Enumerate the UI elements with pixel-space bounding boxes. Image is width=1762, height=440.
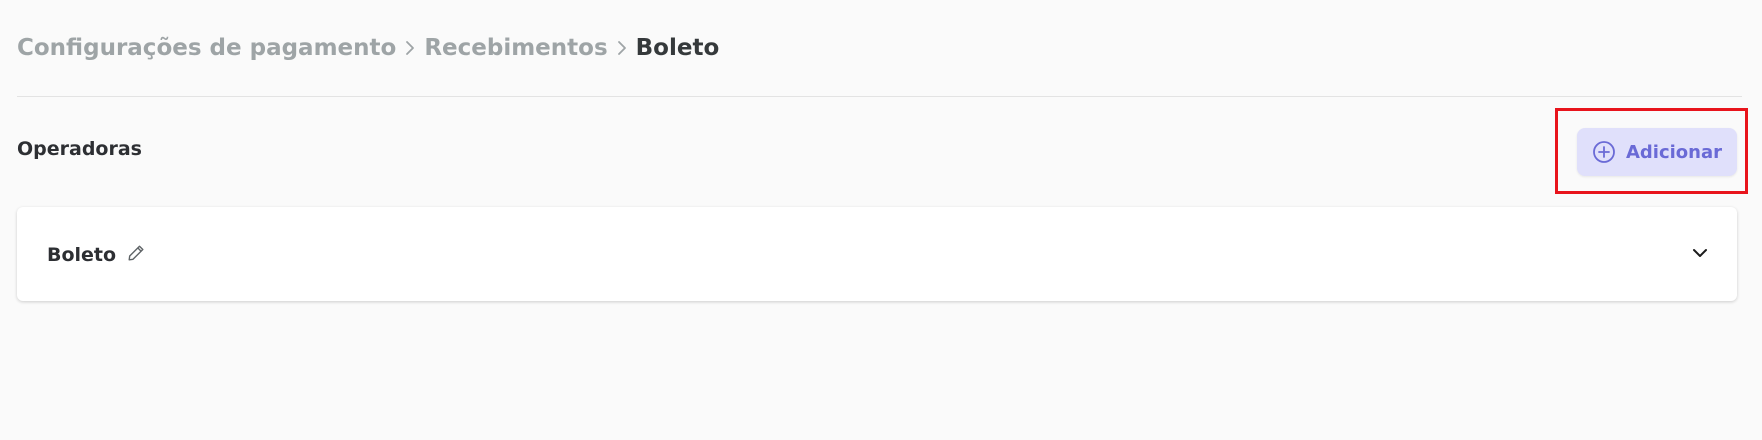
add-button[interactable]: Adicionar: [1577, 128, 1737, 176]
breadcrumb-item-recebimentos[interactable]: Recebimentos: [424, 35, 607, 61]
section-title: Operadoras: [17, 138, 142, 160]
breadcrumb-current: Boleto: [635, 35, 720, 61]
operator-card[interactable]: Boleto: [17, 207, 1737, 301]
chevron-down-icon[interactable]: [1691, 244, 1709, 262]
chevron-right-icon: [616, 40, 628, 56]
add-button-label: Adicionar: [1625, 141, 1723, 163]
pencil-icon[interactable]: [126, 243, 146, 263]
chevron-right-icon: [404, 40, 416, 56]
operator-name: Boleto: [47, 244, 117, 266]
breadcrumb: Configurações de pagamento Recebimentos …: [17, 32, 719, 64]
breadcrumb-item-configuracoes-pagamento[interactable]: Configurações de pagamento: [17, 35, 396, 61]
header-divider: [17, 96, 1742, 97]
plus-circle-icon: [1592, 140, 1616, 164]
